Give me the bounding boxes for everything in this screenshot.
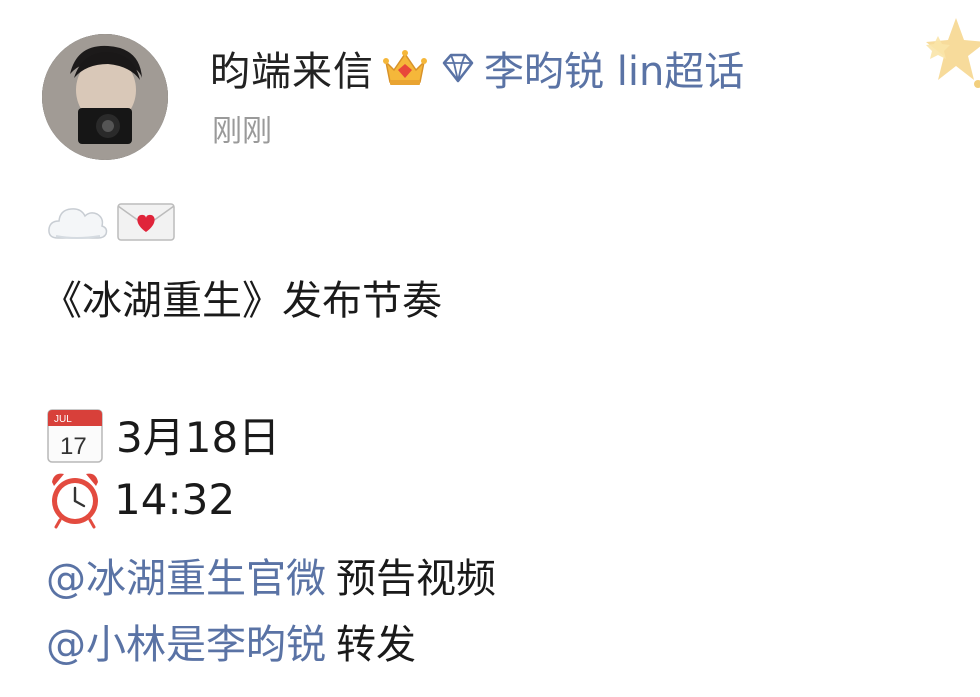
topic-link[interactable]: 李昀锐 lin超话: [440, 39, 744, 97]
mention-line: @冰湖重生官微 预告视频: [46, 546, 496, 604]
post-title: 《冰湖重生》发布节奏: [42, 278, 442, 324]
crown-icon: [383, 50, 427, 85]
alarm-clock-icon: [52, 473, 98, 529]
date-text: 3月18日: [116, 413, 281, 462]
mention-link[interactable]: @冰湖重生官微: [46, 556, 326, 602]
mention-link[interactable]: @小林是李昀锐: [46, 622, 326, 668]
topic-label: 李昀锐 lin超话: [484, 49, 745, 95]
post-timestamp: 刚刚: [212, 114, 272, 149]
cloud-icon: [48, 208, 108, 239]
svg-text:17: 17: [60, 433, 87, 460]
time-line: 14:32: [46, 468, 235, 530]
mention-action: 预告视频: [336, 556, 496, 602]
avatar-photo: [42, 34, 168, 160]
time-text: 14:32: [114, 474, 236, 524]
svg-text:JUL: JUL: [54, 414, 72, 425]
star-decoration-icon: [926, 18, 980, 88]
mention-action: 转发: [336, 622, 416, 668]
emoji-row: [46, 200, 176, 244]
date-line: JUL 17 3月18日: [46, 404, 280, 465]
username[interactable]: 昀端来信: [210, 39, 374, 97]
post-header: 昀端来信 李昀锐 lin超话: [210, 40, 744, 96]
diamond-icon: [442, 53, 474, 83]
mention-line: @小林是李昀锐 转发: [46, 612, 416, 670]
love-letter-icon: [117, 203, 175, 241]
calendar-icon: JUL 17: [47, 408, 103, 463]
avatar[interactable]: [42, 34, 168, 160]
